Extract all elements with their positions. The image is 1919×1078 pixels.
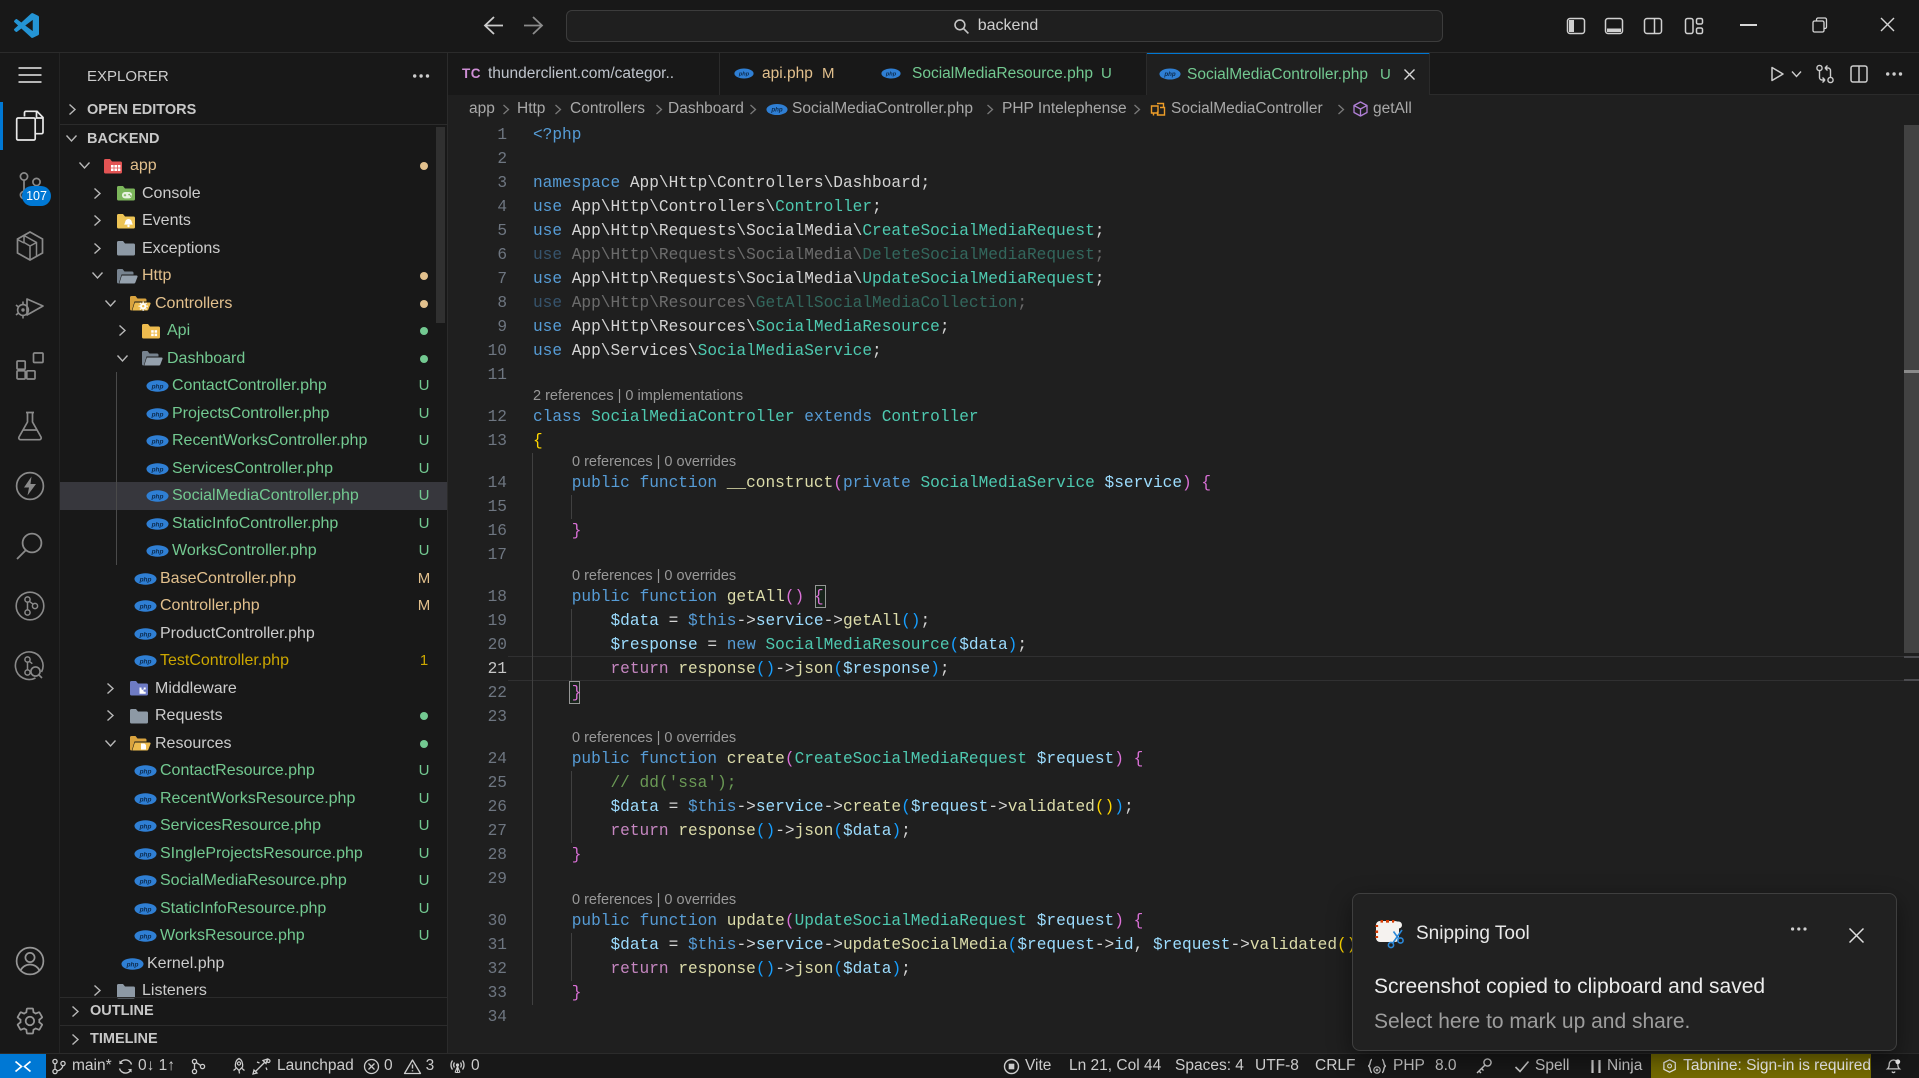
svg-text:php: php (139, 631, 152, 638)
svg-text:php: php (139, 934, 152, 941)
svg-text:php: php (139, 769, 152, 776)
svg-text:php: php (151, 521, 164, 528)
svg-text:php: php (770, 107, 783, 114)
svg-text:php: php (139, 879, 152, 886)
svg-text:php: php (738, 72, 750, 78)
svg-text:php: php (151, 411, 164, 418)
svg-text:php: php (151, 466, 164, 473)
svg-text:php: php (1163, 71, 1176, 78)
svg-text:php: php (139, 824, 152, 831)
svg-text:php: php (126, 961, 139, 968)
svg-text:php: php (139, 604, 152, 611)
svg-text:php: php (139, 906, 152, 913)
svg-text:php: php (139, 576, 152, 583)
svg-text:php: php (151, 549, 164, 556)
svg-text:php: php (151, 439, 164, 446)
svg-text:php: php (139, 851, 152, 858)
svg-text:php: php (151, 494, 164, 501)
svg-text:php: php (139, 659, 152, 666)
svg-text:php: php (139, 796, 152, 803)
svg-text:php: php (151, 384, 164, 391)
svg-text:php: php (885, 72, 897, 78)
